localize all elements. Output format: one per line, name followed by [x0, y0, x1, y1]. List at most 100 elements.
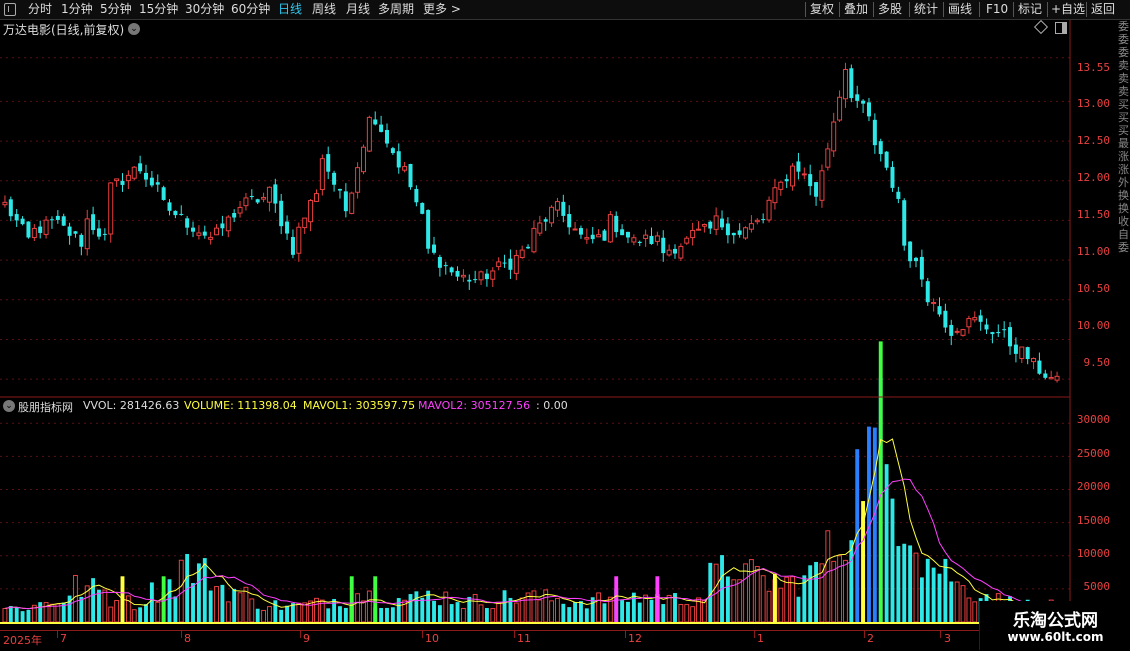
candle-body [643, 234, 649, 239]
date-label: 1 [757, 632, 764, 645]
volume-bar [855, 449, 860, 622]
volume-bar [108, 606, 114, 623]
chevron-down-icon[interactable]: ⌄ [3, 400, 15, 412]
volume-bar [460, 607, 466, 623]
volume-bar [26, 609, 31, 622]
candle-body [784, 179, 789, 182]
candle-body [696, 228, 702, 231]
vvol-value: VVOL: 281426.63 [83, 399, 180, 412]
candle-body [943, 310, 948, 328]
candle-body [261, 196, 267, 200]
volume-bar [966, 597, 972, 623]
quote-side-panel[interactable]: 委 委 委 卖 卖 卖 买 买 买 最 涨 涨 外 换 换 收 自 委 [1118, 20, 1130, 600]
watermark-badge: 乐淘公式网 www.60lt.com [979, 601, 1130, 650]
volume-bar [38, 602, 43, 622]
volume-bar [279, 609, 284, 622]
candle-body [508, 258, 513, 270]
signal-bar [349, 576, 354, 622]
volume-bar [502, 590, 507, 622]
date-axis: 2025年 7 8 9 10 11 12 1 2 3 [0, 630, 1070, 651]
side-label: 换 [1118, 202, 1129, 215]
volume-tick: 30000 [1076, 413, 1110, 426]
volume-bar [285, 605, 290, 622]
candle-body [373, 119, 378, 125]
candle-body [67, 226, 72, 236]
volume-bar [596, 592, 602, 623]
candle-body [155, 182, 160, 185]
candle-body [455, 270, 460, 277]
candle-body [701, 224, 707, 227]
volume-bar [743, 563, 748, 623]
volume-bar [737, 579, 743, 623]
candle-body [754, 219, 760, 223]
volume-bar [49, 603, 55, 623]
volume-bar [896, 546, 901, 622]
candle-body [225, 216, 231, 232]
candle-body [513, 255, 519, 274]
candle-body [743, 227, 749, 239]
volume-bar [273, 600, 278, 622]
candle-body [402, 166, 408, 171]
candle-body [878, 141, 883, 155]
volume-bar [232, 588, 237, 622]
candle-body [161, 187, 166, 200]
date-tick [422, 631, 423, 638]
candle-body [149, 177, 154, 186]
volume-bar [960, 585, 966, 623]
date-tick [625, 631, 626, 638]
date-label: 3 [944, 632, 951, 645]
volume-bar [808, 565, 813, 622]
candle-body [484, 273, 489, 280]
volume-bar [678, 603, 684, 623]
candle-body [637, 241, 642, 243]
candle-body [543, 219, 548, 222]
candle-body [919, 256, 924, 280]
candle-body [866, 102, 871, 117]
volume-bar [620, 600, 625, 622]
volume-bar [766, 590, 772, 623]
volume-bar [790, 576, 795, 623]
candle-body [837, 96, 843, 121]
candle-body [978, 315, 983, 322]
volume-bar [954, 581, 960, 623]
candle-body [684, 237, 690, 244]
volume-bar [478, 604, 484, 623]
volume-bar [519, 597, 525, 623]
candle-body [360, 146, 366, 173]
volume-bar [925, 558, 930, 622]
volume-bar [432, 600, 436, 622]
price-tick: 12.50 [1076, 134, 1110, 147]
candle-body [379, 124, 384, 132]
candle-body [326, 154, 331, 172]
volume-bar [420, 597, 425, 622]
volume-bar [396, 598, 401, 622]
candle-body [20, 218, 25, 225]
mavol1-value: MAVOL1: 303597.75 [303, 399, 416, 412]
volume-bar [814, 561, 819, 622]
volume-bar [332, 598, 337, 622]
candle-body [43, 219, 49, 235]
candle-body [202, 231, 207, 236]
volume-bar [913, 552, 919, 623]
candle-body [84, 218, 90, 250]
candle-body [308, 200, 314, 223]
date-label: 2 [867, 632, 874, 645]
candle-body [931, 301, 937, 305]
price-tick: 12.00 [1076, 171, 1110, 184]
volume-bar [455, 602, 460, 622]
candle-body [554, 201, 560, 211]
candle-body [649, 235, 654, 245]
volume-bar [626, 601, 630, 622]
volume-bar [20, 611, 25, 622]
candle-body [167, 202, 172, 211]
side-label: 卖 [1118, 59, 1129, 72]
volume-bar [255, 608, 260, 622]
stock-chart[interactable] [0, 0, 1130, 650]
candle-body [549, 206, 555, 224]
side-label: 委 [1118, 46, 1129, 59]
volume-bar [849, 540, 854, 622]
candle-body [748, 223, 754, 230]
candle-body [196, 232, 202, 236]
side-label: 换 [1118, 189, 1129, 202]
candle-body [208, 236, 214, 240]
